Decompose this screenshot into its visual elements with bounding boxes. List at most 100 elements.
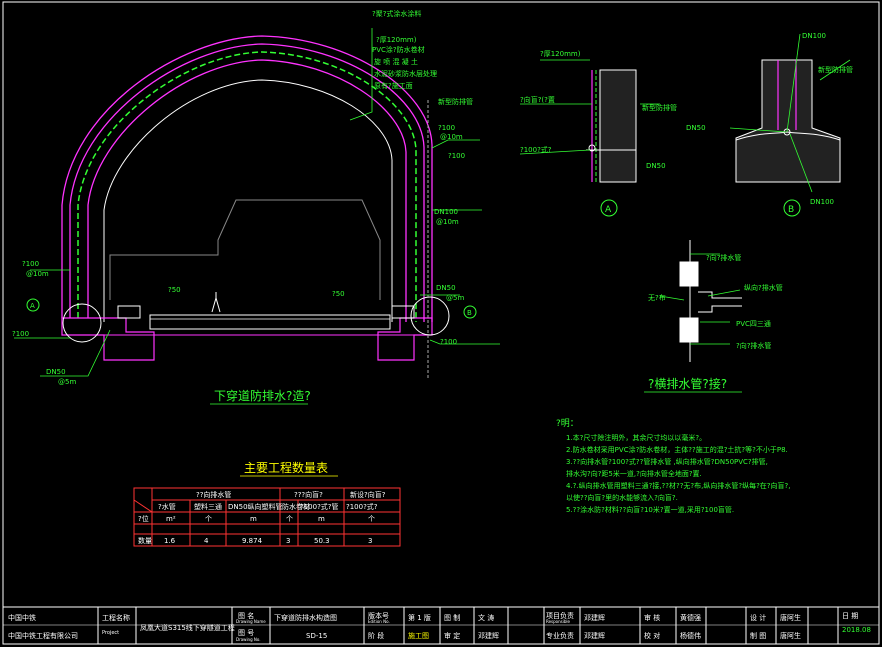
- detail-a-label-3: ?100?式?: [520, 145, 552, 154]
- table-unit-1: m²: [166, 515, 176, 523]
- tb-checker-value: 黄德强: [680, 613, 701, 622]
- detail-c-title: ?横排水管?接?: [648, 376, 727, 391]
- detail-b-label-1: DN100: [802, 32, 826, 40]
- base-right: [377, 317, 433, 361]
- table-col-header-5: ?100?式?管: [300, 502, 339, 511]
- tb-project-label: 工程名称: [102, 613, 130, 622]
- table-value-5: 50.3: [314, 537, 330, 545]
- detail-c-label-5: ?向?排水管: [736, 341, 771, 350]
- table-col-header-2: 塑料三通: [194, 502, 222, 511]
- note-line-6: 以使??向盲?里的水能够流入?向盲?.: [566, 493, 678, 502]
- table-value-2: 4: [204, 537, 209, 545]
- tb-stage-value: 施工图: [408, 631, 429, 640]
- tb-designer-label: 设 计: [750, 613, 766, 622]
- tb-reviewer-label: 审 定: [444, 631, 460, 640]
- detail-c-block-top: [679, 261, 699, 287]
- detail-a-label-r1: 新型防排管: [642, 103, 677, 112]
- detail-c-block-bottom: [679, 317, 699, 343]
- quantity-table: 主要工程数量表 ??向排水管 ???向盲? 新设?向盲? ?水管 塑料三通 DN…: [133, 460, 401, 547]
- label-membrane-5: 水泥砂浆防水层处理: [374, 69, 437, 78]
- table-value-6: 3: [368, 537, 372, 545]
- tb-drawing-no: SD-15: [306, 632, 327, 640]
- note-line-2: 2.防水卷材采用PVC涂?防水卷材，主体??施工的混?土抗?等?不小于P8.: [566, 445, 788, 454]
- label-membrane-2: ?厚120mm): [376, 36, 417, 44]
- table-row-label: 数量: [138, 536, 152, 545]
- table-col-header-1: ?水管: [158, 502, 176, 511]
- detail-c: ?向?排水管 纵向?排水管 无?布 PVC四三通 ?向?排水管 ?横排水管?接?: [644, 240, 783, 393]
- note-line-5: 4.?.纵向排水管用塑料三通?接,??材??无?布,纵向排水管?纵每?在?向盲?…: [566, 481, 790, 490]
- label-pipe-top-1: ?100: [438, 124, 455, 132]
- notes: ?明： 1.本?尺寸除注明外，其余尺寸均以以毫米?。 2.防水卷材采用PVC涂?…: [556, 418, 790, 514]
- detail-a: ?厚120mm) ?向盲?(?置 ?100?式? DN50 新型防排管 A: [519, 50, 677, 217]
- tb-pm-value: 邓建辉: [584, 613, 605, 622]
- tb-draw-label: 制 图: [750, 631, 766, 640]
- tb-verifier-value: 杨德伟: [680, 631, 701, 640]
- label-left-pipe-2: @10m: [26, 270, 49, 278]
- label-left-pipe-1: ?100: [22, 260, 39, 268]
- title-block-frame: [2, 606, 880, 645]
- label-pipe-top-2: @10m: [440, 133, 463, 141]
- detail-c-label-4: PVC四三通: [736, 319, 771, 328]
- label-dn50-right-2: @5m: [446, 294, 464, 302]
- table-unit-6: 个: [368, 515, 375, 523]
- label-membrane-1: ?聚?式涂水涂料: [372, 9, 421, 18]
- table-value-4: 3: [286, 537, 290, 545]
- table-col-header-6: ?100?式?: [346, 502, 378, 511]
- tb-specialty-value: 邓建辉: [584, 631, 605, 640]
- detail-c-label-3: 无?布: [648, 293, 666, 302]
- detail-b-label-2: DN50: [686, 124, 706, 132]
- label-dn100-2: @10m: [436, 218, 459, 226]
- detail-b-body: [735, 59, 841, 183]
- table-row-header-unit: ?位: [138, 514, 149, 523]
- tb-drafter-value: 文 涛: [478, 613, 494, 622]
- table-value-1: 1.6: [164, 537, 176, 545]
- inner-clearance: [103, 79, 393, 322]
- label-right-drain: ?100: [440, 338, 457, 346]
- table-unit-4: 个: [286, 515, 293, 523]
- marker-a: A: [30, 302, 35, 310]
- table-unit-2: 个: [205, 515, 212, 523]
- detail-a-label-4: DN50: [646, 162, 666, 170]
- tb-drawing-label-en: Drawing Name: [236, 619, 266, 624]
- table-group-2: ???向盲?: [294, 490, 323, 499]
- label-membrane-3: PVC涂?防水卷材: [372, 45, 425, 54]
- table-unit-3: m: [250, 515, 257, 523]
- tb-version-value: 第 1 版: [408, 613, 431, 622]
- tb-specialty-label: 专业负责: [546, 631, 574, 640]
- label-pipe-top-3: ?100: [448, 152, 465, 160]
- detail-c-tee: [698, 291, 742, 313]
- note-line-1: 1.本?尺寸除注明外，其余尺寸均以以毫米?。: [566, 433, 706, 442]
- leader-pipe-top: [431, 139, 480, 149]
- label-membrane-4: 旋 喷 混 凝 土: [374, 57, 418, 66]
- tb-drawing-no-label: 图 号: [238, 629, 254, 637]
- tb-designer-value: 唐阿生: [780, 613, 801, 622]
- tb-drawing-no-label-en: Drawing No.: [236, 637, 261, 642]
- table-value-3: 9.874: [242, 537, 263, 545]
- detail-b-marker: B: [788, 205, 794, 215]
- note-line-7: 5.??涂水防?材料??向盲?10米?置一道,采用?100盲管.: [566, 505, 734, 514]
- note-line-3: 3.??向排水管?100?式??管排水管 ,纵向排水管?DN50PVC?排管,: [566, 457, 768, 466]
- label-dn50-right-1: DN50: [436, 284, 456, 292]
- tb-stage-label: 阶 段: [368, 631, 384, 640]
- tb-project-label-en: Project: [102, 630, 119, 636]
- tb-pm-label-en: Responsible: [546, 619, 571, 624]
- table-unit-5: m: [318, 515, 325, 523]
- label-dn50-left-1: DN50: [46, 368, 66, 376]
- main-section: A B ?聚?式涂水涂料 ?厚120mm) PVC涂?防水卷材 旋 喷 混 凝 …: [12, 9, 500, 405]
- detail-c-label-2: 纵向?排水管: [744, 283, 783, 292]
- label-dn50-left-2: @5m: [58, 378, 76, 386]
- road-slab: [149, 314, 391, 330]
- tb-project-name: 凤凰大道S315线下穿隧道工程: [140, 623, 235, 632]
- title-block: 中国中铁 中国中铁工程有限公司 工程名称 Project 凤凰大道S315线下穿…: [2, 606, 880, 645]
- detail-a-marker: A: [605, 205, 612, 215]
- detail-b-label-3: DN100: [810, 198, 834, 206]
- drain-left: [117, 305, 141, 319]
- outer-lining-2: [69, 43, 425, 322]
- cad-drawing-canvas: A B ?聚?式涂水涂料 ?厚120mm) PVC涂?防水卷材 旋 喷 混 凝 …: [2, 1, 880, 645]
- inner-lining: [87, 59, 407, 322]
- label-dn100-1: DN100: [434, 208, 458, 216]
- table-col-header-3: DN50纵向塑料管: [228, 502, 283, 511]
- tb-company-short: 中国中铁: [8, 613, 36, 622]
- tb-draw-value: 唐阿生: [780, 631, 801, 640]
- table-group-3: 新设?向盲?: [350, 490, 386, 499]
